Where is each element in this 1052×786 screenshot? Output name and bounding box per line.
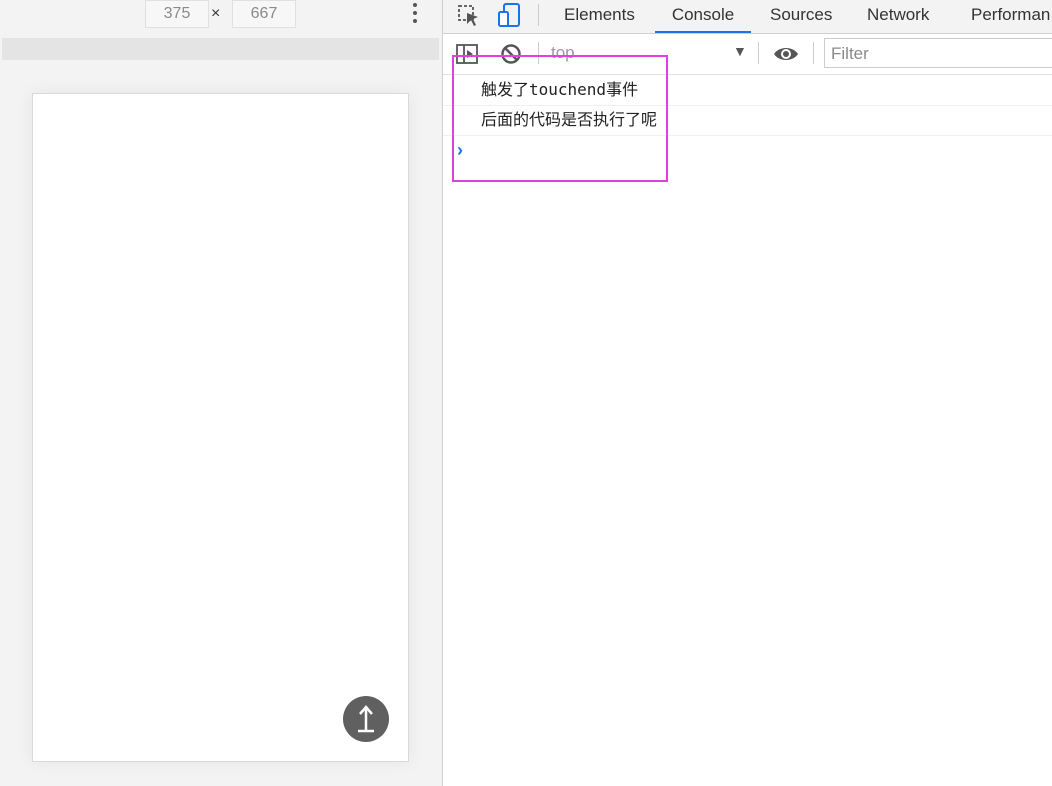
filter-input[interactable]: Filter: [824, 38, 1052, 68]
tab-console[interactable]: Console: [655, 0, 751, 33]
devtools-tabs-bar: Elements Console Sources Network Perform…: [443, 0, 1052, 34]
inspect-element-icon[interactable]: [457, 4, 481, 28]
device-height-input[interactable]: 667: [232, 0, 296, 28]
dimension-times-icon: ×: [211, 5, 221, 22]
console-prompt-icon[interactable]: ›: [457, 140, 463, 161]
device-viewport[interactable]: [32, 93, 409, 762]
more-options-icon[interactable]: [408, 3, 422, 27]
clear-console-icon[interactable]: [499, 42, 523, 66]
show-sidebar-icon[interactable]: [455, 42, 479, 66]
console-toolbar: top ▼ Filter: [443, 34, 1052, 75]
console-message: 触发了touchend事件: [443, 75, 1052, 106]
media-query-bar[interactable]: [2, 38, 439, 60]
console-message-text: 触发了touchend事件: [481, 80, 639, 99]
tab-sources[interactable]: Sources: [770, 0, 832, 33]
scroll-to-top-button[interactable]: [343, 696, 389, 742]
devtools-panel: Elements Console Sources Network Perform…: [443, 0, 1052, 786]
tab-performance[interactable]: Performan: [971, 0, 1050, 33]
device-toolbar: 375 × 667: [0, 0, 442, 33]
eye-icon[interactable]: [772, 42, 800, 66]
arrow-up-icon: [358, 705, 374, 733]
toolbar-separator: [538, 42, 539, 64]
device-emulation-pane: 375 × 667: [0, 0, 442, 786]
tab-elements[interactable]: Elements: [564, 0, 635, 33]
toolbar-separator: [538, 4, 539, 26]
console-message-text: 后面的代码是否执行了呢: [481, 110, 658, 129]
device-width-input[interactable]: 375: [145, 0, 209, 28]
toolbar-separator: [758, 42, 759, 64]
tab-network[interactable]: Network: [867, 0, 929, 33]
toolbar-separator: [813, 42, 814, 64]
console-message: 后面的代码是否执行了呢: [443, 105, 1052, 136]
device-toolbar-icon[interactable]: [497, 2, 523, 28]
chevron-down-icon[interactable]: ▼: [733, 43, 747, 59]
context-selector[interactable]: top: [551, 43, 575, 63]
